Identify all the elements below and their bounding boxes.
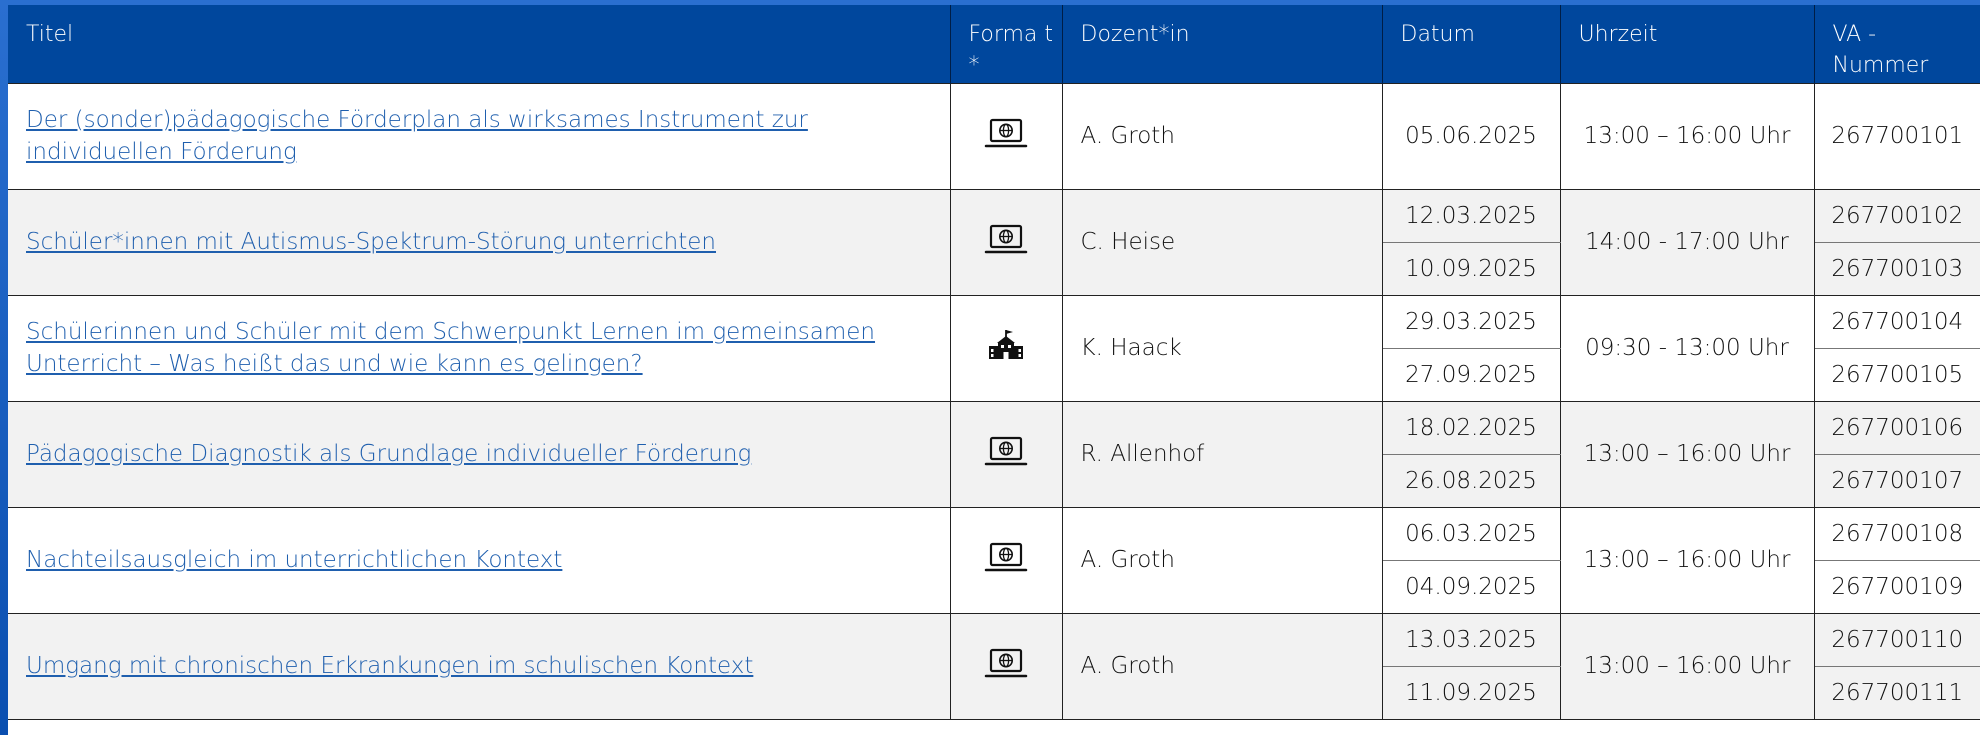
time-cell: 13:00 – 16:00 Uhr <box>1559 612 1815 720</box>
header-row: Titel Forma t * Dozent*in Datum Uhrzeit … <box>8 5 1980 83</box>
format-cell <box>949 612 1063 720</box>
laptop-globe-icon <box>984 435 1028 473</box>
date-cell: 26.08.2025 <box>1382 453 1561 508</box>
va-number-cell: 267700103 <box>1813 241 1980 296</box>
date-cell: 10.09.2025 <box>1382 241 1561 296</box>
title-cell: Nachteilsausgleich im unterrichtlichen K… <box>8 506 951 614</box>
date-cell: 18.02.2025 <box>1381 400 1561 455</box>
course-title-link[interactable]: Nachteilsausgleich im unterrichtlichen K… <box>26 547 562 573</box>
school-building-icon <box>986 329 1026 367</box>
time-cell: 13:00 – 16:00 Uhr <box>1559 506 1815 614</box>
course-table-frame: Titel Forma t * Dozent*in Datum Uhrzeit … <box>8 5 1980 735</box>
va-number-cell: 267700107 <box>1813 453 1980 508</box>
laptop-globe-icon <box>984 223 1028 261</box>
time-cell: 14:00 - 17:00 Uhr <box>1559 188 1815 296</box>
table-row: Schüler*innen mit Autismus-Spektrum-Stör… <box>8 188 1980 296</box>
header-uhrzeit: Uhrzeit <box>1560 5 1815 83</box>
format-cell <box>949 188 1063 296</box>
table-row: Der (sonder)pädagogische Förderplan als … <box>8 82 1980 190</box>
va-number-cell: 267700102 <box>1813 188 1980 243</box>
course-title-link[interactable]: Pädagogische Diagnostik als Grundlage in… <box>26 441 751 467</box>
va-number-cell: 267700106 <box>1813 400 1980 455</box>
time-cell: 13:00 – 16:00 Uhr <box>1559 400 1815 508</box>
header-titel: Titel <box>8 5 951 83</box>
va-number-cell: 267700105 <box>1813 347 1980 402</box>
time-cell: 13:00 – 16:00 Uhr <box>1559 82 1815 190</box>
title-cell: Umgang mit chronischen Erkrankungen im s… <box>8 612 951 720</box>
lecturer-cell: A. Groth <box>1061 612 1383 720</box>
lecturer-cell: A. Groth <box>1061 506 1383 614</box>
va-number-cell: 267700111 <box>1813 665 1980 720</box>
course-title-link[interactable]: Der (sonder)pädagogische Förderplan als … <box>26 107 808 165</box>
lecturer-cell: A. Groth <box>1061 82 1383 190</box>
date-cell: 06.03.2025 <box>1381 506 1561 561</box>
laptop-globe-icon <box>984 117 1028 155</box>
va-number-cell: 267700108 <box>1813 506 1980 561</box>
header-dozent: Dozent*in <box>1062 5 1383 83</box>
table-row: Schülerinnen und Schüler mit dem Schwerp… <box>8 294 1980 402</box>
course-title-link[interactable]: Schüler*innen mit Autismus-Spektrum-Stör… <box>26 229 716 255</box>
date-cell: 04.09.2025 <box>1382 559 1561 614</box>
time-cell: 09:30 - 13:00 Uhr <box>1559 294 1815 402</box>
date-cell: 11.09.2025 <box>1382 665 1561 720</box>
format-cell <box>949 400 1063 508</box>
va-number-cell: 267700110 <box>1813 612 1980 667</box>
course-table: Titel Forma t * Dozent*in Datum Uhrzeit … <box>8 5 1980 720</box>
va-number-cell: 267700104 <box>1813 294 1980 349</box>
va-number-cell: 267700109 <box>1813 559 1980 614</box>
date-cell: 05.06.2025 <box>1381 82 1561 190</box>
header-datum: Datum <box>1382 5 1561 83</box>
format-cell <box>949 82 1063 190</box>
date-cell: 12.03.2025 <box>1381 188 1561 243</box>
lecturer-cell: C. Heise <box>1061 188 1383 296</box>
format-cell <box>949 506 1063 614</box>
table-row: Nachteilsausgleich im unterrichtlichen K… <box>8 506 1980 614</box>
date-cell: 27.09.2025 <box>1382 347 1561 402</box>
header-va-nummer: VA - Nummer <box>1814 5 1980 83</box>
table-row: Umgang mit chronischen Erkrankungen im s… <box>8 612 1980 720</box>
course-title-link[interactable]: Umgang mit chronischen Erkrankungen im s… <box>26 653 753 679</box>
title-cell: Schülerinnen und Schüler mit dem Schwerp… <box>8 294 951 402</box>
title-cell: Schüler*innen mit Autismus-Spektrum-Stör… <box>8 188 951 296</box>
laptop-globe-icon <box>984 541 1028 579</box>
lecturer-cell: R. Allenhof <box>1061 400 1383 508</box>
format-cell <box>949 294 1063 402</box>
title-cell: Der (sonder)pädagogische Förderplan als … <box>8 82 951 190</box>
header-format: Forma t * <box>950 5 1063 83</box>
date-cell: 13.03.2025 <box>1381 612 1561 667</box>
laptop-globe-icon <box>984 647 1028 685</box>
title-cell: Pädagogische Diagnostik als Grundlage in… <box>8 400 951 508</box>
va-number-cell: 267700101 <box>1813 82 1980 190</box>
lecturer-cell: K. Haack <box>1061 294 1383 402</box>
table-row: Pädagogische Diagnostik als Grundlage in… <box>8 400 1980 508</box>
course-title-link[interactable]: Schülerinnen und Schüler mit dem Schwerp… <box>26 319 875 377</box>
date-cell: 29.03.2025 <box>1381 294 1561 349</box>
